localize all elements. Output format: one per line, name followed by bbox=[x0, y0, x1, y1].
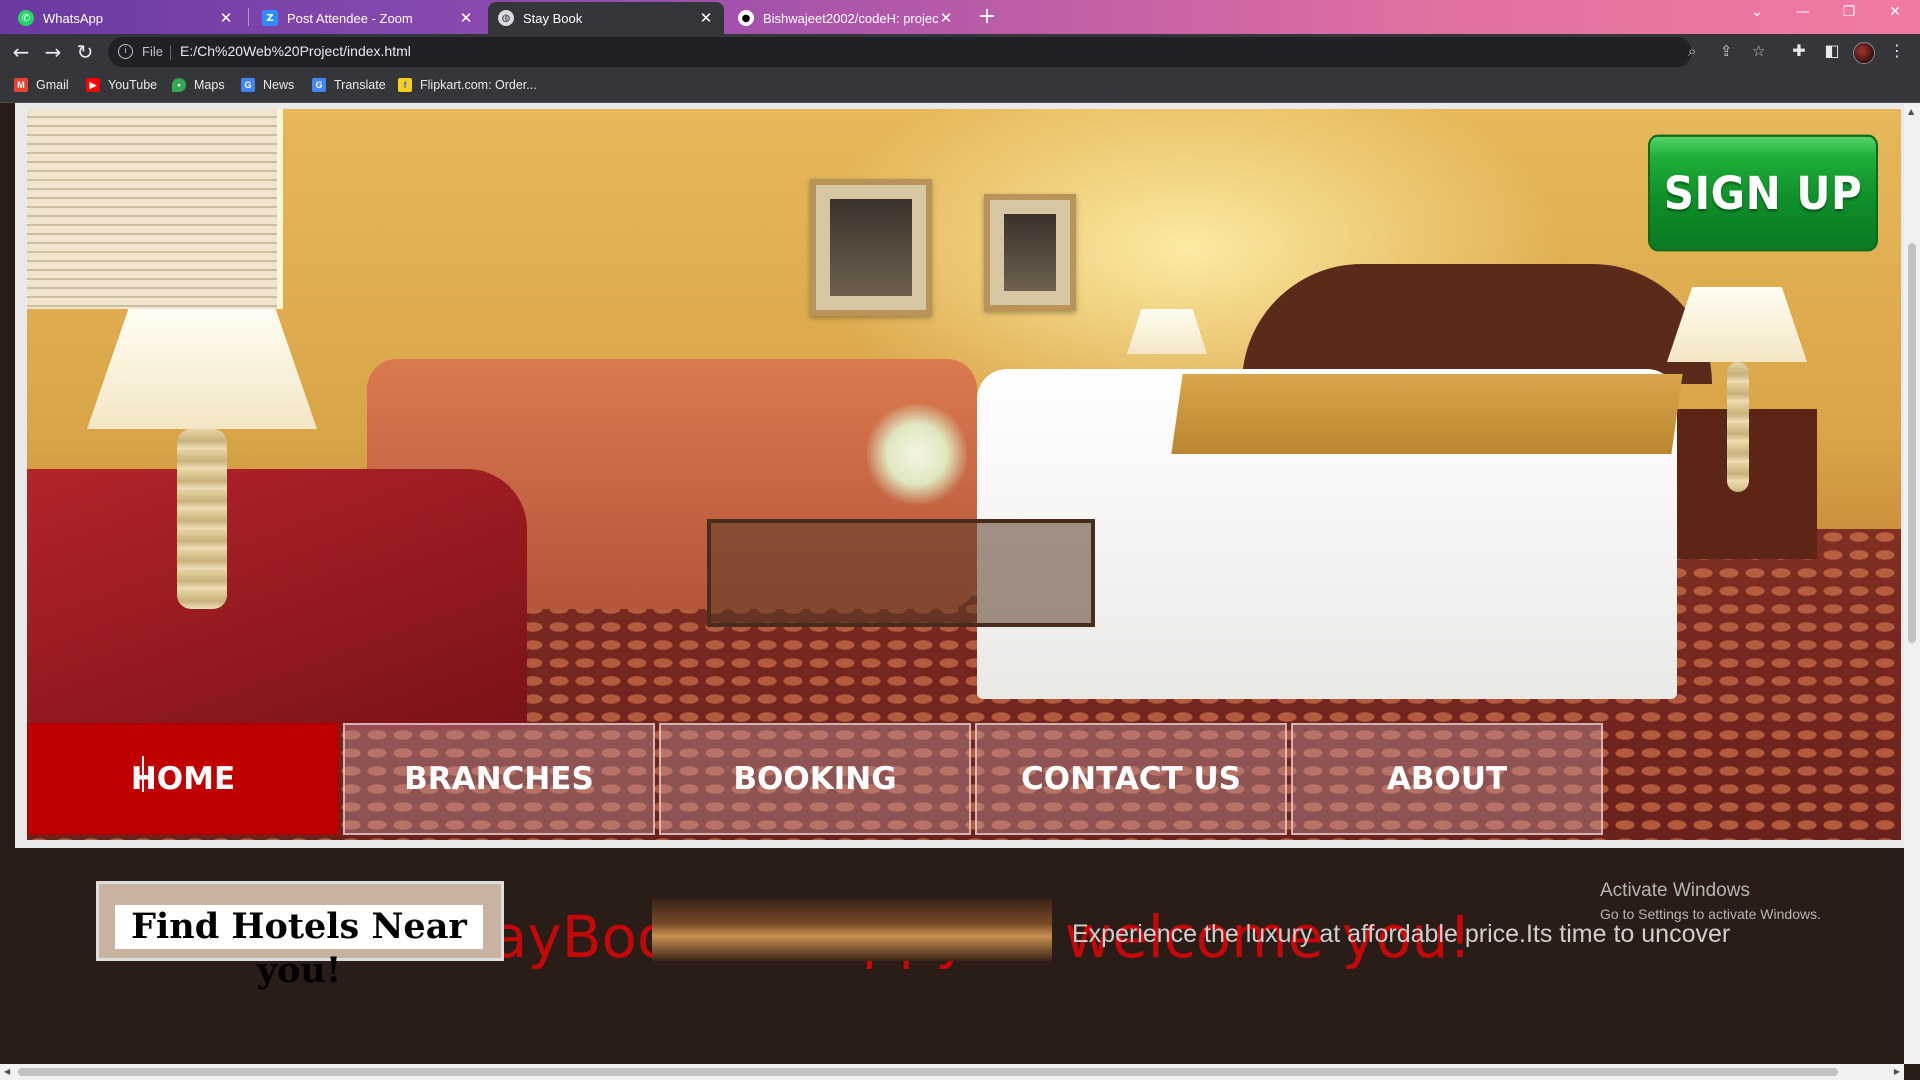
tab-search-icon[interactable]: ⌄ bbox=[1742, 4, 1772, 20]
restore-button[interactable]: ❐ bbox=[1834, 4, 1864, 20]
window-blind bbox=[27, 109, 283, 309]
info-icon[interactable]: i bbox=[118, 44, 133, 59]
tab-stay-book[interactable]: ◍ Stay Book ✕ bbox=[488, 2, 724, 34]
vertical-scrollbar[interactable]: ▲ bbox=[1904, 103, 1920, 1064]
bookmark-news[interactable]: G News bbox=[241, 78, 294, 92]
activate-subtitle: Go to Settings to activate Windows. bbox=[1600, 906, 1821, 922]
coffee-table bbox=[707, 519, 1095, 627]
find-hotels-label[interactable]: Find Hotels Near you! bbox=[115, 905, 483, 991]
extensions-icon[interactable]: ✚ bbox=[1788, 41, 1810, 60]
github-icon: ● bbox=[738, 10, 754, 26]
signup-button[interactable]: SIGN UP bbox=[1648, 134, 1878, 252]
bookmark-translate[interactable]: G Translate bbox=[312, 78, 386, 92]
nav-home[interactable]: HOME bbox=[27, 723, 339, 835]
nav-about[interactable]: ABOUT bbox=[1291, 723, 1603, 835]
toolbar: ← → ↻ i File E:/Ch%20Web%20Project/index… bbox=[0, 34, 1920, 70]
lamp-shade bbox=[1127, 309, 1207, 354]
close-icon[interactable]: ✕ bbox=[938, 9, 954, 27]
flipkart-icon: f bbox=[398, 78, 412, 92]
bookmark-youtube[interactable]: ▶ YouTube bbox=[86, 78, 157, 92]
main-nav: HOME BRANCHES BOOKING CONTACT US ABOUT bbox=[27, 723, 1607, 835]
bookmark-gmail[interactable]: M Gmail bbox=[14, 78, 69, 92]
zoom-icon: Z bbox=[262, 10, 278, 26]
side-panel-icon[interactable]: ◧ bbox=[1821, 41, 1843, 60]
close-icon[interactable]: ✕ bbox=[458, 9, 474, 27]
tab-title: Post Attendee - Zoom bbox=[287, 10, 413, 26]
lamp-shade bbox=[87, 309, 317, 429]
tab-strip: ✆ WhatsApp ✕ Z Post Attendee - Zoom ✕ ◍ … bbox=[0, 0, 1920, 34]
tab-title: Stay Book bbox=[523, 10, 583, 26]
protocol-label: File bbox=[142, 44, 163, 59]
tab-title: WhatsApp bbox=[43, 10, 103, 26]
nav-contact-us[interactable]: CONTACT US bbox=[975, 723, 1287, 835]
close-icon[interactable]: ✕ bbox=[218, 9, 234, 27]
zoom-icon[interactable]: ⌕ bbox=[1688, 42, 1696, 60]
tab-whatsapp[interactable]: ✆ WhatsApp ✕ bbox=[8, 2, 244, 34]
horizontal-scrollbar[interactable]: ◀ ▶ bbox=[0, 1064, 1904, 1080]
bookmark-label: Gmail bbox=[36, 78, 69, 92]
globe-icon: ◍ bbox=[498, 10, 514, 26]
new-tab-button[interactable]: + bbox=[974, 6, 1000, 30]
whatsapp-icon: ✆ bbox=[18, 10, 34, 26]
tab-separator bbox=[248, 8, 249, 26]
url-text[interactable]: E:/Ch%20Web%20Project/index.html bbox=[180, 43, 411, 59]
bookmark-label: Flipkart.com: Order... bbox=[420, 78, 537, 92]
scrollbar-thumb[interactable] bbox=[1908, 243, 1916, 643]
wall-picture bbox=[810, 179, 932, 316]
news-icon: G bbox=[241, 78, 255, 92]
tab-title: Bishwajeet2002/codeH: project bbox=[763, 10, 938, 26]
bookmark-label: Translate bbox=[334, 78, 386, 92]
divider bbox=[170, 45, 171, 60]
youtube-icon: ▶ bbox=[86, 78, 100, 92]
bookmark-flipkart[interactable]: f Flipkart.com: Order... bbox=[398, 78, 537, 92]
scrollbar-thumb[interactable] bbox=[18, 1068, 1838, 1076]
share-icon[interactable]: ⇪ bbox=[1720, 42, 1733, 60]
avatar[interactable] bbox=[1853, 42, 1875, 64]
wall-picture bbox=[984, 194, 1076, 311]
nav-branches[interactable]: BRANCHES bbox=[343, 723, 655, 835]
text-cursor bbox=[142, 756, 144, 792]
lamp-shade bbox=[1667, 287, 1807, 362]
bookmark-label: YouTube bbox=[108, 78, 158, 92]
address-bar[interactable]: i File E:/Ch%20Web%20Project/index.html … bbox=[108, 37, 1765, 67]
hotel-thumbnail bbox=[652, 899, 1052, 961]
flowers bbox=[867, 399, 967, 509]
activate-title: Activate Windows bbox=[1600, 880, 1750, 901]
close-window-button[interactable]: ✕ bbox=[1880, 4, 1910, 20]
minimize-button[interactable]: — bbox=[1788, 4, 1818, 20]
lamp-base bbox=[177, 429, 227, 609]
scroll-up-arrow-icon[interactable]: ▲ bbox=[1908, 107, 1914, 116]
close-icon[interactable]: ✕ bbox=[698, 9, 714, 27]
forward-button[interactable]: → bbox=[41, 40, 65, 64]
bookmark-label: Maps bbox=[194, 78, 225, 92]
back-button[interactable]: ← bbox=[9, 40, 33, 64]
tab-zoom[interactable]: Z Post Attendee - Zoom ✕ bbox=[252, 2, 484, 34]
intro-description: Experience the luxury at affordable pric… bbox=[1072, 920, 1731, 948]
headboard bbox=[1242, 264, 1712, 384]
translate-icon: G bbox=[312, 78, 326, 92]
scroll-right-arrow-icon[interactable]: ▶ bbox=[1894, 1067, 1900, 1076]
blanket bbox=[1171, 374, 1683, 454]
bookmark-star-icon[interactable]: ☆ bbox=[1752, 42, 1765, 60]
menu-icon[interactable]: ⋮ bbox=[1886, 41, 1908, 60]
nav-booking[interactable]: BOOKING bbox=[659, 723, 971, 835]
scroll-left-arrow-icon[interactable]: ◀ bbox=[4, 1067, 10, 1076]
lamp-base bbox=[1727, 362, 1749, 492]
maps-icon: • bbox=[172, 78, 186, 92]
gmail-icon: M bbox=[14, 78, 28, 92]
reload-button[interactable]: ↻ bbox=[73, 40, 97, 64]
bookmark-label: News bbox=[263, 78, 295, 92]
find-hotels-box[interactable]: Find Hotels Near you! bbox=[96, 881, 504, 991]
armchair bbox=[27, 469, 527, 729]
bookmarks-bar: M Gmail ▶ YouTube • Maps G News G Transl… bbox=[0, 70, 1920, 103]
activate-windows-watermark: Activate Windows Go to Settings to activ… bbox=[1600, 880, 1821, 922]
tab-github[interactable]: ● Bishwajeet2002/codeH: project ✕ bbox=[728, 2, 964, 34]
bookmark-maps[interactable]: • Maps bbox=[172, 78, 225, 92]
